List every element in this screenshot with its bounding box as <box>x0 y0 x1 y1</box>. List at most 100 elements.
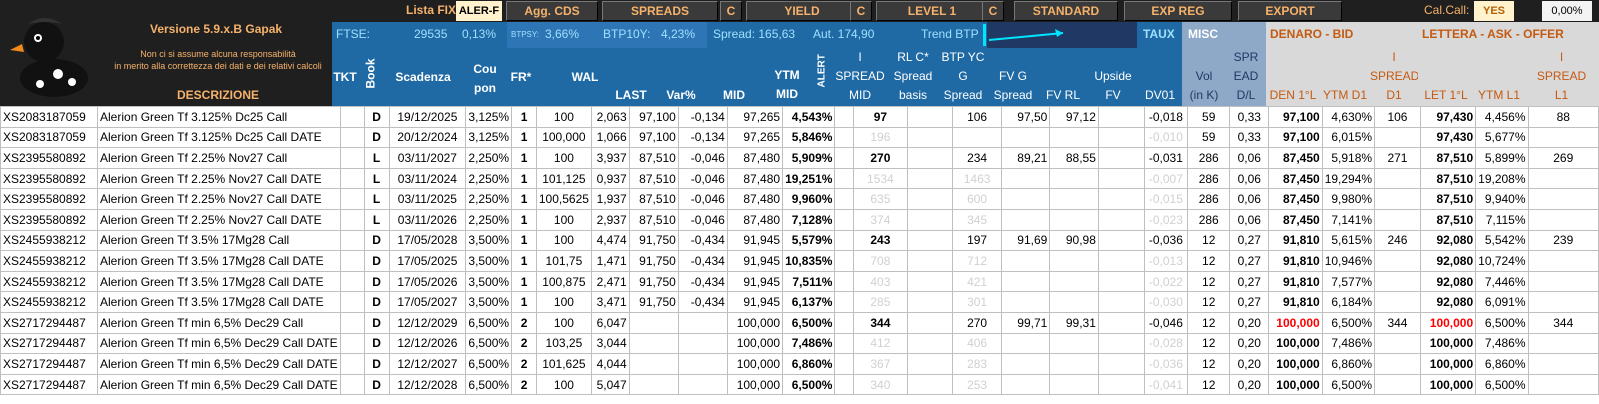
cell-ytm-d1[interactable]: 6,015% <box>1321 126 1376 149</box>
cell-var[interactable]: -0,046 <box>677 147 728 169</box>
cell-last[interactable] <box>628 311 679 334</box>
cell-isin[interactable]: XS2395580892 <box>0 188 99 210</box>
cell-ytm-l1[interactable]: 4,456% <box>1475 106 1529 128</box>
cell-fvg-spread[interactable]: 97,50 <box>1000 106 1051 128</box>
cell-rlc-spread[interactable] <box>906 291 954 313</box>
cell-isin[interactable]: XS2395580892 <box>0 167 99 190</box>
cell-last[interactable]: 87,510 <box>628 208 679 231</box>
table-row[interactable]: XS2395580892 Alerion Green Tf 2.25% Nov27… <box>0 188 1599 210</box>
spreads-c-button[interactable]: C <box>720 1 742 21</box>
cell-spread-l1[interactable] <box>1527 332 1599 355</box>
cell-spread-mid[interactable]: 196 <box>853 126 908 149</box>
cell-let1[interactable]: 92,080 <box>1419 270 1477 293</box>
cell-spread-d1[interactable] <box>1374 270 1421 293</box>
cell-vol[interactable]: 12 <box>1187 332 1231 355</box>
cell-alert[interactable] <box>834 188 855 210</box>
cell-mid[interactable]: 87,480 <box>726 147 784 169</box>
cell-dv01[interactable]: -0,028 <box>1143 332 1189 355</box>
cell-btpyc-spread[interactable]: 270 <box>952 311 1002 334</box>
cell-btpyc-spread[interactable]: 600 <box>952 188 1002 210</box>
cell-ytm-mid[interactable]: 9,960% <box>782 188 836 210</box>
cell-den1[interactable]: 91,810 <box>1268 250 1323 272</box>
cell-descrizione[interactable]: Alerion Green Tf 2.25% Nov27 Call <box>97 147 341 169</box>
cell-rlc-spread[interactable] <box>906 311 954 334</box>
cell-spread-d1[interactable]: 271 <box>1374 147 1421 169</box>
cell-ytm-d1[interactable]: 19,294% <box>1321 167 1376 190</box>
cell-tkt[interactable] <box>339 167 365 190</box>
cell-wal[interactable]: 1,471 <box>590 250 630 272</box>
cell-book[interactable]: D <box>363 250 390 272</box>
cell-spread-l1[interactable]: 88 <box>1527 106 1599 128</box>
cell-vol[interactable]: 286 <box>1187 167 1231 190</box>
cell-spread-mid[interactable]: 285 <box>853 291 908 313</box>
cell-fvg-spread[interactable] <box>1000 126 1051 149</box>
cell-upside-fv[interactable] <box>1097 332 1145 355</box>
cell-fv-rl[interactable]: 88,55 <box>1049 147 1099 169</box>
cell-upside-fv[interactable] <box>1097 373 1145 396</box>
cell-last[interactable] <box>628 332 679 355</box>
cell-dv01[interactable]: -0,031 <box>1143 147 1189 169</box>
cell-spread-d1[interactable]: 344 <box>1374 311 1421 334</box>
table-row[interactable]: XS2717294487 Alerion Green Tf min 6,5% De… <box>0 353 1599 375</box>
level1-c-button[interactable]: C <box>982 1 1004 21</box>
cell-ytm-d1[interactable]: 5,615% <box>1321 229 1376 252</box>
cell-btpyc-spread[interactable]: 345 <box>952 208 1002 231</box>
cell-fr[interactable]: 1 <box>511 208 537 231</box>
table-row[interactable]: XS2455938212 Alerion Green Tf 3.5% 17Mg28… <box>0 250 1599 272</box>
cell-var[interactable] <box>677 311 728 334</box>
cell-call-price[interactable]: 100,875 <box>535 270 592 293</box>
cell-let1[interactable]: 87,510 <box>1419 208 1477 231</box>
cell-fvg-spread[interactable] <box>1000 270 1051 293</box>
cell-spread-d1[interactable]: 246 <box>1374 229 1421 252</box>
cell-ytm-d1[interactable]: 6,500% <box>1321 311 1376 334</box>
cell-descrizione[interactable]: Alerion Green Tf 2.25% Nov27 Call DATE <box>97 208 341 231</box>
cell-vol[interactable]: 286 <box>1187 208 1231 231</box>
cell-scadenza[interactable]: 17/05/2027 <box>388 291 467 313</box>
cell-last[interactable]: 91,750 <box>628 270 679 293</box>
cell-tkt[interactable] <box>339 291 365 313</box>
cell-scadenza[interactable]: 12/12/2027 <box>388 353 467 375</box>
cell-let1[interactable]: 100,000 <box>1419 311 1477 334</box>
cell-book[interactable]: L <box>363 208 390 231</box>
cell-upside-fv[interactable] <box>1097 208 1145 231</box>
cell-fv-rl[interactable] <box>1049 332 1099 355</box>
cell-upside-fv[interactable] <box>1097 250 1145 272</box>
cell-mid[interactable]: 97,265 <box>726 126 784 149</box>
cell-upside-fv[interactable] <box>1097 188 1145 210</box>
cell-vol[interactable]: 59 <box>1187 126 1231 149</box>
table-row[interactable]: XS2455938212 Alerion Green Tf 3.5% 17Mg28… <box>0 270 1599 293</box>
cell-vol[interactable]: 59 <box>1187 106 1231 128</box>
cell-fr[interactable]: 1 <box>511 147 537 169</box>
cell-var[interactable]: -0,434 <box>677 250 728 272</box>
cell-coupon[interactable]: 3,500% <box>465 229 513 252</box>
cell-var[interactable]: -0,434 <box>677 270 728 293</box>
cell-fvg-spread[interactable] <box>1000 208 1051 231</box>
cell-spr-ead[interactable]: 0,27 <box>1229 291 1270 313</box>
cell-coupon[interactable]: 3,125% <box>465 106 513 128</box>
cell-isin[interactable]: XS2455938212 <box>0 270 99 293</box>
cell-spr-ead[interactable]: 0,06 <box>1229 167 1270 190</box>
cell-book[interactable]: D <box>363 106 390 128</box>
cell-fvg-spread[interactable] <box>1000 332 1051 355</box>
cell-den1[interactable]: 91,810 <box>1268 270 1323 293</box>
cell-fr[interactable]: 1 <box>511 167 537 190</box>
cell-fv-rl[interactable] <box>1049 270 1099 293</box>
cell-den1[interactable]: 100,000 <box>1268 332 1323 355</box>
cell-den1[interactable]: 87,450 <box>1268 208 1323 231</box>
calcall-value[interactable]: YES <box>1474 1 1514 21</box>
lista-fix-input[interactable]: ALER-F <box>456 1 502 21</box>
cell-last[interactable]: 97,100 <box>628 106 679 128</box>
cell-ytm-mid[interactable]: 7,128% <box>782 208 836 231</box>
cell-fv-rl[interactable] <box>1049 291 1099 313</box>
cell-isin[interactable]: XS2455938212 <box>0 229 99 252</box>
cell-scadenza[interactable]: 19/12/2025 <box>388 106 467 128</box>
cell-wal[interactable]: 4,474 <box>590 229 630 252</box>
cell-coupon[interactable]: 3,500% <box>465 270 513 293</box>
cell-spread-l1[interactable] <box>1527 291 1599 313</box>
cell-wal[interactable]: 2,063 <box>590 106 630 128</box>
cell-descrizione[interactable]: Alerion Green Tf min 6,5% Dec29 Call DAT… <box>97 353 341 375</box>
cell-descrizione[interactable]: Alerion Green Tf 3.5% 17Mg28 Call DATE <box>97 250 341 272</box>
cell-spread-d1[interactable] <box>1374 167 1421 190</box>
cell-fvg-spread[interactable] <box>1000 188 1051 210</box>
cell-spread-l1[interactable]: 269 <box>1527 147 1599 169</box>
